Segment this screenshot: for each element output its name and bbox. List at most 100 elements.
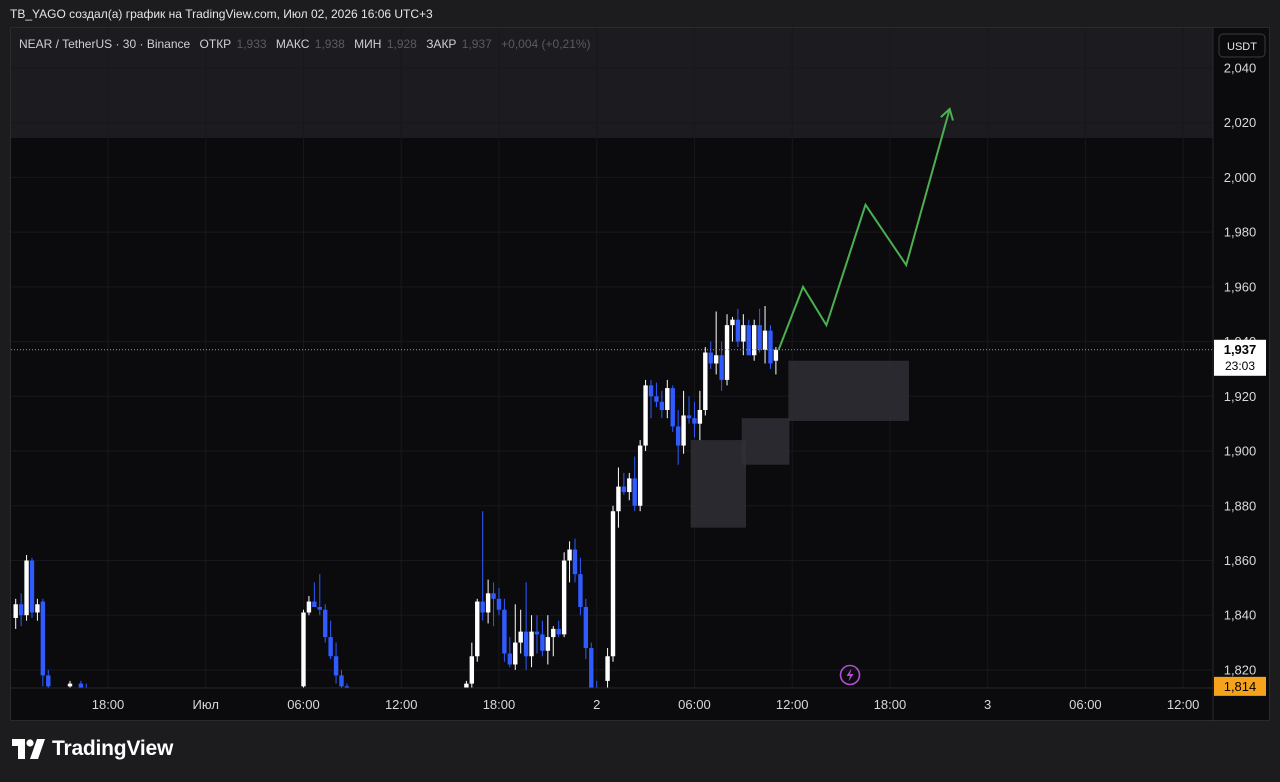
candle-body: [762, 330, 768, 350]
time-tick-label: 12:00: [1167, 697, 1200, 712]
low-marker-value: 1,814: [1224, 679, 1257, 694]
candle-body: [312, 601, 317, 608]
time-axis[interactable]: 18:00 Июл 06:00 12:00 18:00 2 06:00 12:00 18:00 3…: [92, 697, 1200, 712]
candle-body: [692, 418, 697, 424]
candle-body: [328, 637, 333, 657]
time-tick-label: 18:00: [874, 697, 907, 712]
candle-body: [29, 560, 35, 613]
candle-body: [18, 604, 24, 616]
current-price-label: 1,937 23:03: [1214, 339, 1266, 376]
candle-body: [686, 415, 692, 419]
candle-body: [746, 325, 751, 356]
candle-body: [595, 689, 599, 694]
zone-box: [690, 440, 747, 528]
candle-body: [84, 689, 88, 692]
candle-body: [496, 598, 502, 610]
candle-body: [605, 656, 610, 681]
candle-body: [643, 385, 648, 446]
footer-brand: TradingView: [52, 737, 174, 760]
candle-body: [333, 656, 339, 676]
candle-body: [323, 609, 328, 638]
chart-frame: 2,0402,0202,0001,9801,9601,9401,9201,900…: [10, 27, 1271, 722]
lightning-icon[interactable]: [839, 664, 861, 686]
candle-body: [67, 683, 73, 687]
candle-body: [475, 601, 480, 657]
candle-body: [713, 355, 719, 364]
candle-body: [306, 601, 312, 613]
price-tick-label: 1,960: [1224, 279, 1257, 294]
price-tick-label: 2,020: [1224, 115, 1257, 130]
legend-change: +0,004 (+0,21%): [501, 37, 590, 51]
candle-body: [13, 604, 18, 618]
time-tick-label: Июл: [193, 697, 219, 712]
price-chart[interactable]: 2,0402,0202,0001,9801,9601,9401,9201,900…: [11, 28, 1271, 722]
zone-box: [741, 418, 790, 465]
time-tick-label: 2: [593, 697, 600, 712]
time-tick-label: 06:00: [1069, 697, 1102, 712]
price-tick-label: 1,820: [1224, 662, 1257, 677]
candle-body: [621, 486, 627, 493]
candle-body: [545, 637, 551, 651]
time-tick-label: 12:00: [776, 697, 809, 712]
time-tick-label: 06:00: [678, 697, 711, 712]
candle-body: [46, 675, 51, 687]
time-tick-label: 3: [984, 697, 991, 712]
low-marker-label: 1,814: [1214, 676, 1266, 696]
candle-body: [627, 478, 632, 493]
currency-badge[interactable]: USDT: [1218, 33, 1266, 58]
legend-row: NEAR / TetherUS · 30 · Binance ОТКР 1,93…: [19, 37, 591, 51]
legend-high-value: 1,938: [315, 37, 345, 51]
candle-body: [648, 385, 654, 397]
candle-body: [485, 593, 491, 613]
candle-body: [665, 388, 670, 410]
candle-body: [556, 628, 561, 635]
time-tick-label: 18:00: [483, 697, 516, 712]
projection-line: [777, 108, 951, 351]
legend-open-value: 1,933: [237, 37, 267, 51]
current-price-value: 1,937: [1224, 342, 1257, 357]
price-tick-label: 2,000: [1224, 170, 1257, 185]
zone-boxes: [690, 360, 909, 528]
candle-body: [529, 631, 534, 657]
candle-body: [534, 631, 540, 635]
candle-body: [572, 549, 578, 575]
candle-body: [659, 401, 665, 410]
price-tick-label: 2,040: [1224, 60, 1257, 75]
candle-body: [469, 656, 475, 684]
candle-body: [773, 349, 779, 361]
candle-body: [708, 352, 713, 364]
candle-body: [616, 486, 621, 512]
candle-body: [730, 319, 735, 326]
legend-symbol: NEAR / TetherUS · 30 · Binance: [19, 37, 191, 51]
candle-body: [40, 601, 46, 676]
zone-box: [788, 360, 909, 421]
candle-body: [551, 628, 556, 638]
candle-body: [491, 593, 496, 599]
candle-body: [654, 396, 659, 402]
candle-body: [583, 607, 589, 649]
tradingview-mark-icon: [12, 739, 45, 759]
candle-body: [502, 609, 507, 654]
legend-low-value: 1,928: [387, 37, 417, 51]
tradingview-logo[interactable]: TradingView: [12, 737, 173, 761]
candle-body: [480, 601, 485, 613]
candle-body: [301, 612, 306, 687]
candle-body: [675, 426, 681, 446]
price-tick-label: 1,920: [1224, 389, 1257, 404]
candle-body: [339, 675, 344, 687]
legend-low-label: МИН: [354, 37, 381, 51]
candle-body: [610, 511, 616, 657]
price-tick-label: 1,840: [1224, 608, 1257, 623]
candle-body: [561, 560, 567, 635]
legend-open-label: ОТКР: [200, 37, 232, 51]
legend-close-value: 1,937: [462, 37, 492, 51]
candle-body: [523, 631, 529, 657]
candle-body: [35, 604, 40, 613]
candle-body: [540, 634, 545, 651]
candle-body: [24, 560, 29, 616]
time-tick-label: 12:00: [385, 697, 418, 712]
legend-high-label: МАКС: [276, 37, 310, 51]
candle-body: [768, 330, 773, 364]
price-tick-label: 1,900: [1224, 444, 1257, 459]
currency-badge-label: USDT: [1227, 41, 1257, 53]
